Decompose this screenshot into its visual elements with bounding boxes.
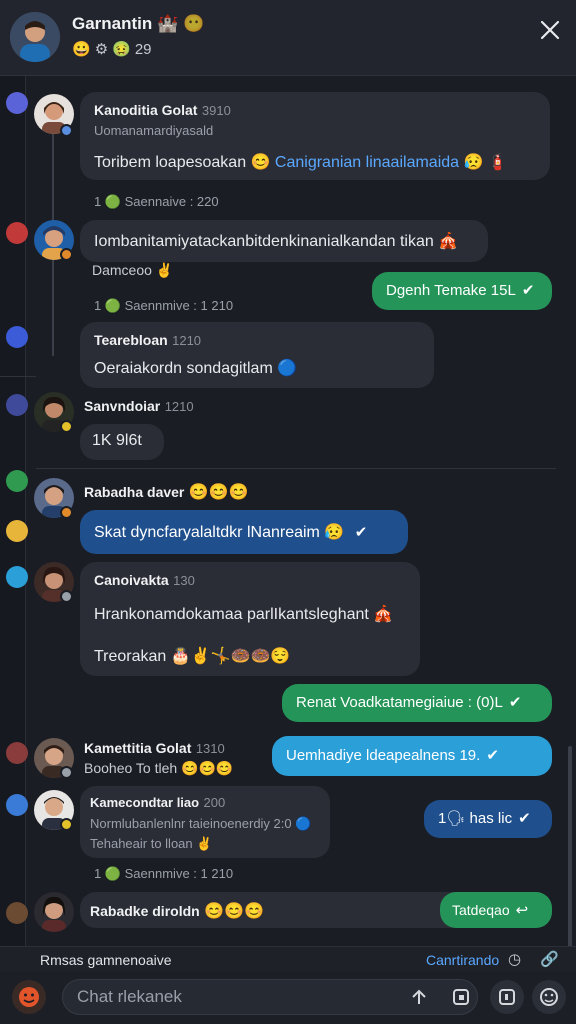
message-header: Rabadha daver 😊😊😊: [84, 484, 249, 501]
timestamp: 1310: [195, 741, 225, 756]
read-check-icon: ✔: [486, 747, 499, 764]
message-bubble[interactable]: Kanoditia Golat 3910 Uomanamardiyasald T…: [80, 92, 550, 180]
badge-icon: [60, 248, 73, 261]
scrollbar[interactable]: [568, 746, 572, 966]
badge-icon: [60, 124, 73, 137]
server-icon[interactable]: [6, 92, 28, 114]
channel-title: Garnantin 🏰 😶: [72, 14, 205, 33]
reaction-icon: 🤢: [112, 41, 131, 58]
composer: Chat rlekanek: [0, 972, 576, 1024]
message-bubble[interactable]: 1K 9l6t: [80, 424, 164, 460]
message-link[interactable]: Canigranian linaailamaida: [275, 154, 459, 171]
timestamp: 200: [203, 795, 226, 810]
message-subline: Uomanamardiyasald: [94, 123, 214, 138]
timestamp: 130: [173, 573, 195, 588]
gif-icon[interactable]: [490, 980, 524, 1014]
author-name: Kamettitia Golat: [84, 740, 192, 756]
message-text: Booheo To tleh 😊😊😊: [84, 760, 234, 776]
image-icon[interactable]: [444, 980, 478, 1014]
server-rail: [0, 76, 28, 946]
sticker-icon[interactable]: [532, 980, 566, 1014]
outgoing-bubble[interactable]: 1🗣 has lic ✔: [424, 800, 552, 838]
read-check-icon: ✔: [354, 524, 368, 541]
server-icon[interactable]: [6, 902, 28, 924]
message-text: Treorakan 🎂✌🤸🍩🍩😌: [94, 648, 291, 665]
channel-avatar[interactable]: [10, 12, 60, 62]
badge-icon: [60, 590, 73, 603]
attach-icon[interactable]: [402, 980, 436, 1014]
system-line: 1 🟢 Saennmive : 1 210: [94, 866, 234, 881]
server-icon[interactable]: [6, 566, 28, 588]
outgoing-bubble[interactable]: Tatdeqao ↩: [440, 892, 552, 928]
divider: [36, 468, 556, 469]
reaction-icon: 😀: [72, 41, 91, 58]
server-icon[interactable]: [6, 222, 28, 244]
emoji-button[interactable]: [12, 980, 46, 1014]
timestamp: 3910: [201, 103, 231, 118]
divider: [0, 376, 36, 377]
thread-line: [52, 258, 54, 356]
badge-icon: [60, 420, 73, 433]
message-header: Kamettitia Golat 1310: [84, 740, 225, 758]
message-text: Oeraiakordn sondagitlam 🔵: [94, 360, 298, 377]
message-text: Hrankonamdokamaa parlIkantsleghant 🎪: [94, 606, 394, 623]
status-label: Rmsas gamnenoaive: [40, 952, 172, 968]
server-icon[interactable]: [6, 520, 28, 542]
timestamp: 1210: [164, 399, 194, 414]
read-check-icon: ✔: [508, 694, 522, 711]
link-icon[interactable]: 🔗: [540, 950, 559, 968]
server-icon[interactable]: [6, 794, 28, 816]
outgoing-bubble[interactable]: Dgenh Temake 15L ✔: [372, 272, 552, 310]
read-check-icon: ✔: [518, 810, 531, 827]
timestamp: 1210: [172, 333, 202, 348]
gear-icon: ⚙: [94, 41, 109, 58]
message-bubble[interactable]: Kamecondtar liao 200 Normlubanlenlnr tai…: [80, 786, 330, 858]
message-text: Tehaheair to lloan ✌: [90, 836, 213, 851]
clock-icon[interactable]: ◷: [508, 950, 521, 968]
system-line: 1 🟢 Saennaive : 220: [94, 194, 219, 209]
message-text: Normlubanlenlnr taieinoenerdiy 2:0 🔵: [90, 816, 312, 831]
author-name: Rabadha daver: [84, 484, 185, 500]
read-check-icon: ✔: [521, 282, 535, 299]
message-bubble[interactable]: Skat dyncfaryalaltdkr lNanreaim 😥 ✔: [80, 510, 408, 554]
author-name: Kanoditia Golat: [94, 102, 198, 118]
author-name: Canoivakta: [94, 572, 169, 588]
message-bubble[interactable]: Tearebloan 1210 Oeraiakordn sondagitlam …: [80, 322, 434, 388]
author-name: Rabadke diroldn: [90, 903, 200, 919]
server-icon[interactable]: [6, 470, 28, 492]
member-count: 29: [134, 40, 152, 58]
system-line: 1 🟢 Saennmive : 1 210: [94, 298, 234, 313]
message-header: Sanvndoiar 1210: [84, 398, 194, 416]
server-icon[interactable]: [6, 742, 28, 764]
badge-icon: [60, 506, 73, 519]
status-link[interactable]: Canrtirando: [426, 952, 499, 968]
reply-icon: ↩: [515, 902, 529, 919]
message-bubble[interactable]: Canoivakta 130 Hrankonamdokamaa parlIkan…: [80, 562, 420, 676]
close-icon[interactable]: [536, 16, 564, 44]
message-text: Toribem loapesoakan 😊 Canigranian linaai…: [94, 154, 508, 171]
outgoing-bubble[interactable]: Uemhadiye ldeapealnens 19. ✔: [272, 736, 552, 776]
channel-subtitle: 😀 ⚙ 🤢 29: [72, 40, 152, 59]
composer-status-bar: Rmsas gamnenoaive Canrtirando ◷ 🔗: [0, 946, 576, 972]
chat-header: Garnantin 🏰 😶 😀 ⚙ 🤢 29: [0, 0, 576, 76]
message-subline: Damceoo ✌: [92, 262, 174, 278]
server-icon[interactable]: [6, 394, 28, 416]
avatar[interactable]: [34, 892, 74, 932]
author-name: Tearebloan: [94, 332, 168, 348]
message-bubble[interactable]: Iombanitamiyatackanbitdenkinanialkandan …: [80, 220, 488, 262]
author-name: Sanvndoiar: [84, 398, 161, 414]
outgoing-bubble[interactable]: Renat Voadkatamegiaiue : (0)L ✔: [282, 684, 552, 722]
server-icon[interactable]: [6, 326, 28, 348]
badge-icon: [60, 818, 73, 831]
message-list[interactable]: Kanoditia Golat 3910 Uomanamardiyasald T…: [0, 76, 576, 966]
badge-icon: [60, 766, 73, 779]
author-name: Kamecondtar liao: [90, 795, 200, 810]
